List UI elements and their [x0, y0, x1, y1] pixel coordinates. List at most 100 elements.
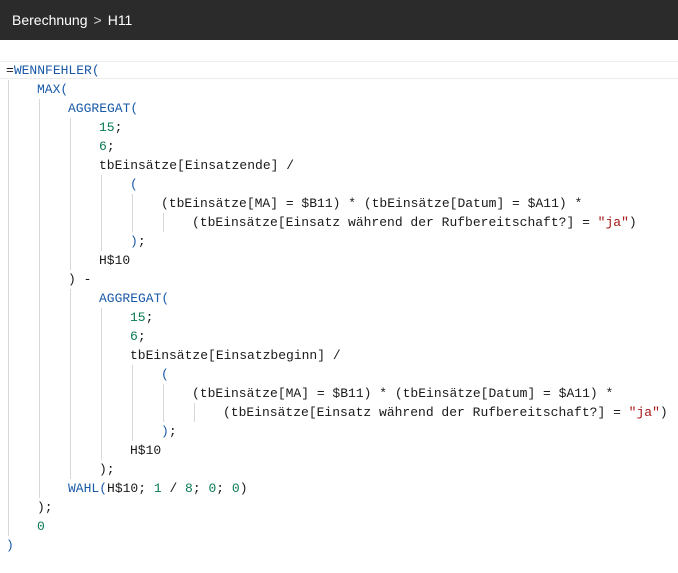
formula-token: H$10 [99, 253, 131, 268]
indent-guide [39, 289, 40, 308]
indent-guide [8, 460, 9, 479]
indent-guide [163, 384, 164, 403]
formula-token: ) [659, 405, 668, 420]
indent-guide [70, 384, 71, 403]
indent-guide [70, 289, 71, 308]
formula-token: 0 [231, 481, 240, 496]
indent-guide [39, 99, 40, 118]
breadcrumb-parent[interactable]: Berechnung [12, 12, 88, 28]
indent-guide [8, 384, 9, 403]
formula-token: / [161, 481, 186, 496]
formula-token: "ja" [597, 215, 629, 230]
indent-guide [101, 175, 102, 194]
indent-guide [39, 270, 40, 289]
indent-guide [70, 308, 71, 327]
indent-guide [39, 422, 40, 441]
breadcrumb: Berechnung > H11 [0, 0, 678, 40]
indent-guide [39, 384, 40, 403]
indent-guide [70, 346, 71, 365]
formula-token: WENNFEHLER( [13, 63, 100, 78]
formula-token: 6 [99, 139, 107, 154]
formula-token: MAX( [37, 82, 69, 97]
formula-line: ); [37, 498, 53, 517]
formula-editor[interactable]: =WENNFEHLER(MAX(AGGREGAT(15; 6; tbEinsätze… [0, 61, 678, 573]
indent-guide [8, 118, 9, 137]
formula-token: ) [130, 234, 138, 249]
formula-line: tbEinsätze[Einsatzbeginn] / [130, 346, 341, 365]
formula-token: 0 [37, 519, 45, 534]
indent-guide [8, 80, 9, 99]
indent-guide [39, 137, 40, 156]
indent-guide [101, 403, 102, 422]
indent-guide [132, 213, 133, 232]
indent-guide [70, 156, 71, 175]
indent-guide [8, 308, 9, 327]
indent-guide [39, 460, 40, 479]
formula-line: AGGREGAT( [68, 99, 138, 118]
indent-guide [39, 156, 40, 175]
indent-guide [70, 441, 71, 460]
indent-guide [132, 365, 133, 384]
formula-line: 15; [130, 308, 153, 327]
indent-guide [8, 251, 9, 270]
indent-guide [8, 403, 9, 422]
indent-guide [70, 403, 71, 422]
formula-line: ); [99, 460, 115, 479]
formula-token: (tbEinsätze[MA] = $B11) * (tbEinsätze[Da… [161, 196, 583, 211]
indent-guide [70, 175, 71, 194]
indent-guide [101, 365, 102, 384]
indent-guide [39, 251, 40, 270]
formula-token: ) [6, 538, 14, 553]
formula-line: tbEinsätze[Einsatzende] / [99, 156, 294, 175]
indent-guide [8, 422, 9, 441]
indent-guide [8, 479, 9, 498]
indent-guide [70, 327, 71, 346]
indent-guide [39, 232, 40, 251]
formula-token: AGGREGAT( [99, 291, 170, 306]
indent-guide [101, 194, 102, 213]
formula-line: ); [130, 232, 146, 251]
formula-line: (tbEinsätze[MA] = $B11) * (tbEinsätze[Da… [192, 384, 613, 403]
formula-token: ; [192, 481, 209, 496]
indent-guide [8, 327, 9, 346]
indent-guide [101, 346, 102, 365]
formula-token: 15 [130, 310, 146, 325]
indent-guide [70, 213, 71, 232]
indent-guide [70, 251, 71, 270]
formula-token: (tbEinsätze[Einsatz während der Rufberei… [192, 215, 598, 230]
formula-token: ; [168, 424, 177, 439]
indent-guide [101, 384, 102, 403]
indent-guide [70, 232, 71, 251]
indent-guide [8, 194, 9, 213]
indent-guide [8, 289, 9, 308]
formula-line: (tbEinsätze[Einsatz während der Rufberei… [192, 213, 637, 232]
indent-guide [132, 422, 133, 441]
formula-token: ) - [68, 272, 92, 287]
formula-token: ; [137, 329, 146, 344]
formula-token: ; [216, 481, 232, 496]
formula-token: tbEinsätze[Einsatzbeginn] / [130, 348, 341, 363]
formula-line: MAX( [37, 80, 68, 99]
indent-guide [101, 308, 102, 327]
indent-guide [101, 232, 102, 251]
indent-guide [8, 232, 9, 251]
formula-line: ); [161, 422, 177, 441]
formula-line: H$10 [99, 251, 130, 270]
formula-token: 15 [99, 120, 115, 135]
indent-guide [8, 156, 9, 175]
indent-guide [163, 213, 164, 232]
indent-guide [8, 137, 9, 156]
indent-guide [70, 422, 71, 441]
indent-guide [70, 118, 71, 137]
indent-guide [8, 346, 9, 365]
indent-guide [39, 403, 40, 422]
formula-token: (tbEinsätze[MA] = $B11) * (tbEinsätze[Da… [192, 386, 614, 401]
indent-guide [8, 270, 9, 289]
formula-line: (tbEinsätze[Einsatz während der Rufberei… [223, 403, 668, 422]
indent-guide [101, 422, 102, 441]
formula-token: 6 [130, 329, 138, 344]
formula-token: = [6, 63, 14, 78]
indent-guide [101, 327, 102, 346]
formula-line: ( [161, 365, 169, 384]
formula-token: ; [137, 234, 146, 249]
